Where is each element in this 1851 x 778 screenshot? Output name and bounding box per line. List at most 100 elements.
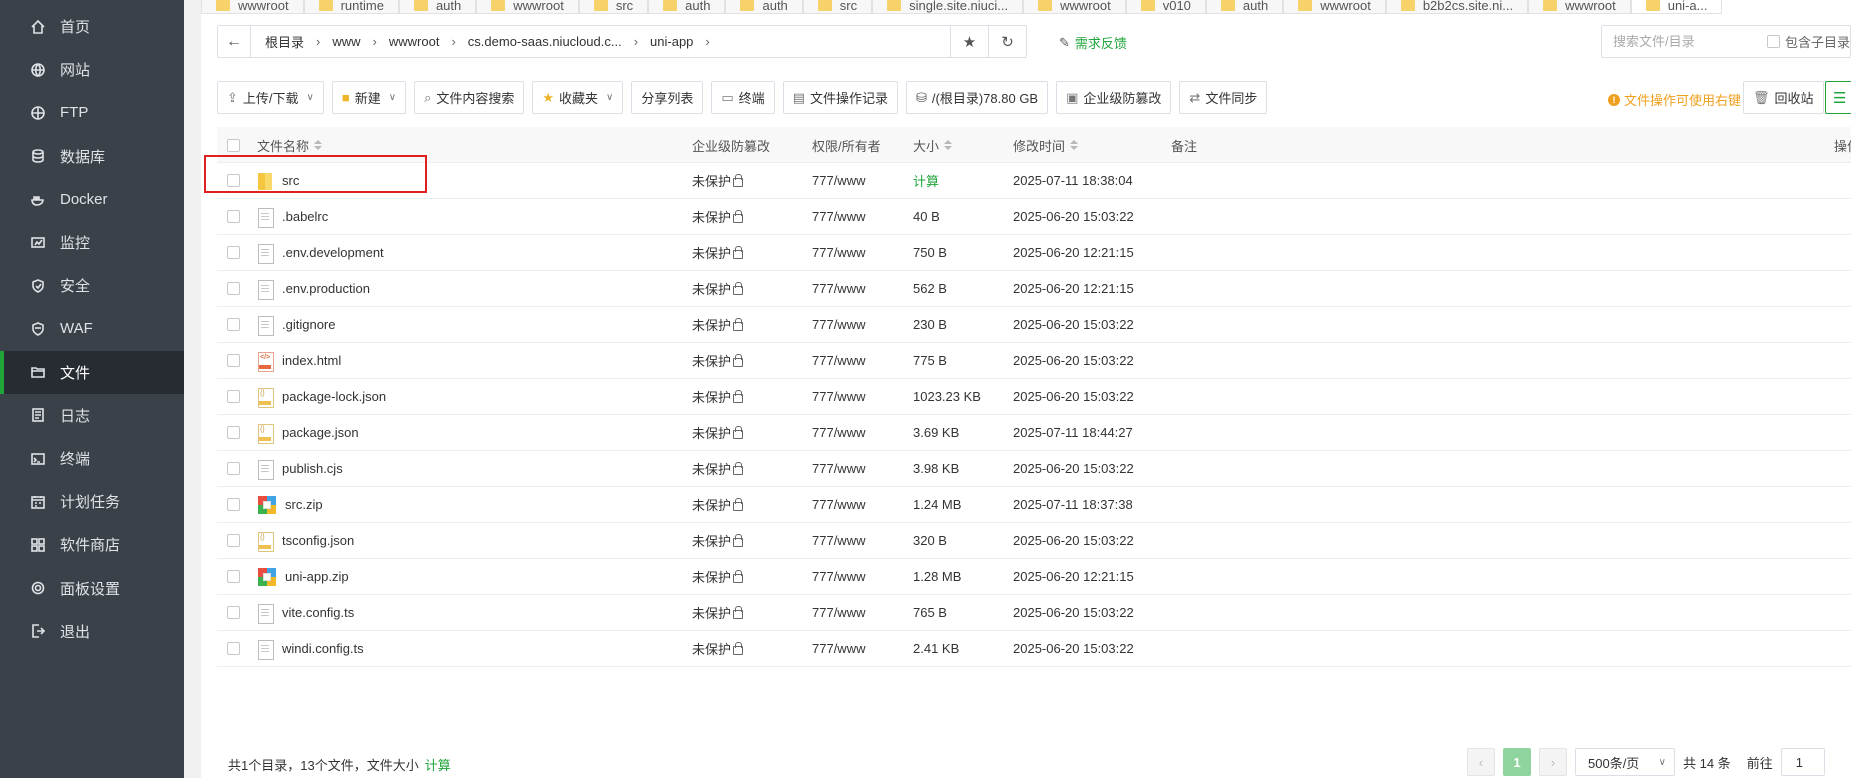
col-header-name[interactable]: 文件名称 [257,127,323,163]
perm-value[interactable]: 777/www [812,641,865,656]
table-row[interactable]: .env.production 未保护 777/www 562 B 2025-06-20… [217,271,1851,307]
checkbox-box[interactable] [227,534,240,547]
file-name[interactable]: vite.config.ts [282,605,354,620]
checkbox-box[interactable] [227,642,240,655]
sidebar-item-2[interactable]: 网站 [0,48,184,91]
path-tab[interactable]: wwwroot [1528,0,1631,14]
table-row[interactable]: .env.development 未保护 777/www 750 B 2025-06-2… [217,235,1851,271]
sidebar-item-15[interactable]: 退出 [0,610,184,653]
protect-cell[interactable]: 未保护 [692,487,744,522]
file-name-cell[interactable]: </> index.html [257,343,341,378]
perm-cell[interactable]: 777/www [812,163,865,198]
perm-value[interactable]: 777/www [812,245,865,260]
lock-icon[interactable] [733,317,744,331]
checkbox-box[interactable] [227,498,240,511]
file-name-cell[interactable]: publish.cjs [257,451,343,486]
table-row[interactable]: windi.config.ts 未保护 777/www 2.41 KB 2025-06-… [217,631,1851,667]
row-checkbox[interactable] [227,379,240,414]
row-checkbox[interactable] [227,451,240,486]
list-view-button[interactable]: ☰ [1825,81,1851,114]
file-name[interactable]: tsconfig.json [282,533,354,548]
perm-value[interactable]: 777/www [812,317,865,332]
lock-icon[interactable] [733,425,744,439]
perm-cell[interactable]: 777/www [812,307,865,342]
sidebar-item-8[interactable]: WAF [0,307,184,350]
file-name[interactable]: src.zip [285,497,323,512]
table-row[interactable]: {} package.json 未保护 777/www 3.69 KB 2025-07-1… [217,415,1851,451]
file-name[interactable]: src [282,173,299,188]
checkbox-box[interactable] [227,606,240,619]
file-name-cell[interactable]: {} package-lock.json [257,379,386,414]
star-favorite-button[interactable]: ★ [950,26,988,57]
file-name[interactable]: .env.production [282,281,370,296]
row-checkbox[interactable] [227,559,240,594]
perm-value[interactable]: 777/www [812,209,865,224]
sort-icon[interactable] [314,140,323,150]
perm-value[interactable]: 777/www [812,533,865,548]
file-name-cell[interactable]: {} tsconfig.json [257,523,354,558]
file-name[interactable]: publish.cjs [282,461,343,476]
path-tab[interactable]: wwwroot [1023,0,1126,14]
file-name[interactable]: .babelrc [282,209,328,224]
perm-value[interactable]: 777/www [812,281,865,296]
file-sync-button[interactable]: ⇄ 文件同步 [1179,81,1268,114]
next-page-button[interactable]: › [1539,748,1567,776]
protect-cell[interactable]: 未保护 [692,163,744,198]
perm-value[interactable]: 777/www [812,173,865,188]
breadcrumb-item[interactable]: uni-app [644,34,699,49]
lock-icon[interactable] [733,281,744,295]
lock-icon[interactable] [733,173,744,187]
goto-page-input[interactable]: 1 [1780,748,1825,776]
row-checkbox[interactable] [227,235,240,270]
sidebar-item-5[interactable]: Docker [0,178,184,221]
calc-size-link[interactable]: 计算 [913,171,939,190]
path-tab[interactable]: single.site.niuci... [872,0,1024,14]
sidebar-item-14[interactable]: 面板设置 [0,567,184,610]
row-checkbox[interactable] [227,631,240,666]
back-button[interactable]: ← [218,26,251,57]
protect-cell[interactable]: 未保护 [692,595,744,630]
path-tab[interactable]: auth [725,0,803,14]
sidebar-item-7[interactable]: 安全 [0,264,184,307]
perm-value[interactable]: 777/www [812,425,865,440]
path-tab[interactable]: wwwroot [201,0,304,14]
path-tab[interactable]: runtime [303,0,399,14]
perm-value[interactable]: 777/www [812,461,865,476]
subdir-checkbox-box[interactable] [1767,35,1780,48]
file-name-cell[interactable]: .babelrc [257,199,328,234]
row-checkbox[interactable] [227,199,240,234]
share-list-button[interactable]: 分享列表 [631,81,704,114]
checkbox-box[interactable] [227,210,240,223]
file-name-cell[interactable]: vite.config.ts [257,595,354,630]
row-checkbox[interactable] [227,307,240,342]
file-name[interactable]: index.html [282,353,341,368]
file-name[interactable]: package-lock.json [282,389,386,404]
feedback-link[interactable]: ✎ 需求反馈 [1059,33,1127,52]
table-row[interactable]: src.zip 未保护 777/www 1.24 MB 2025-07-11 18:37… [217,487,1851,523]
perm-cell[interactable]: 777/www [812,343,865,378]
perm-cell[interactable]: 777/www [812,595,865,630]
lock-icon[interactable] [733,497,744,511]
path-tab[interactable]: v010 [1125,0,1206,14]
breadcrumb-item[interactable]: wwwroot [383,34,446,49]
checkbox-box[interactable] [227,426,240,439]
tamper-protect-button[interactable]: ▣ 企业级防篡改 [1056,81,1172,114]
perm-cell[interactable]: 777/www [812,559,865,594]
protect-cell[interactable]: 未保护 [692,631,744,666]
lock-icon[interactable] [733,461,744,475]
table-row[interactable]: .gitignore 未保护 777/www 230 B 2025-06-20 15:0… [217,307,1851,343]
breadcrumb-item[interactable]: www [326,34,366,49]
perm-value[interactable]: 777/www [812,569,865,584]
protect-cell[interactable]: 未保护 [692,199,744,234]
table-row[interactable]: {} package-lock.json 未保护 777/www 1023.23 KB 2… [217,379,1851,415]
path-tab[interactable]: src [578,0,649,14]
path-tab[interactable]: auth [1205,0,1284,14]
lock-icon[interactable] [733,209,744,223]
favorites-button[interactable]: ★ 收藏夹 ∨ [532,81,624,114]
row-checkbox[interactable] [227,343,240,378]
search-input[interactable] [1613,34,1753,49]
current-page[interactable]: 1 [1503,748,1531,776]
path-tab[interactable]: auth [648,0,726,14]
protect-cell[interactable]: 未保护 [692,307,744,342]
checkbox-box[interactable] [227,390,240,403]
